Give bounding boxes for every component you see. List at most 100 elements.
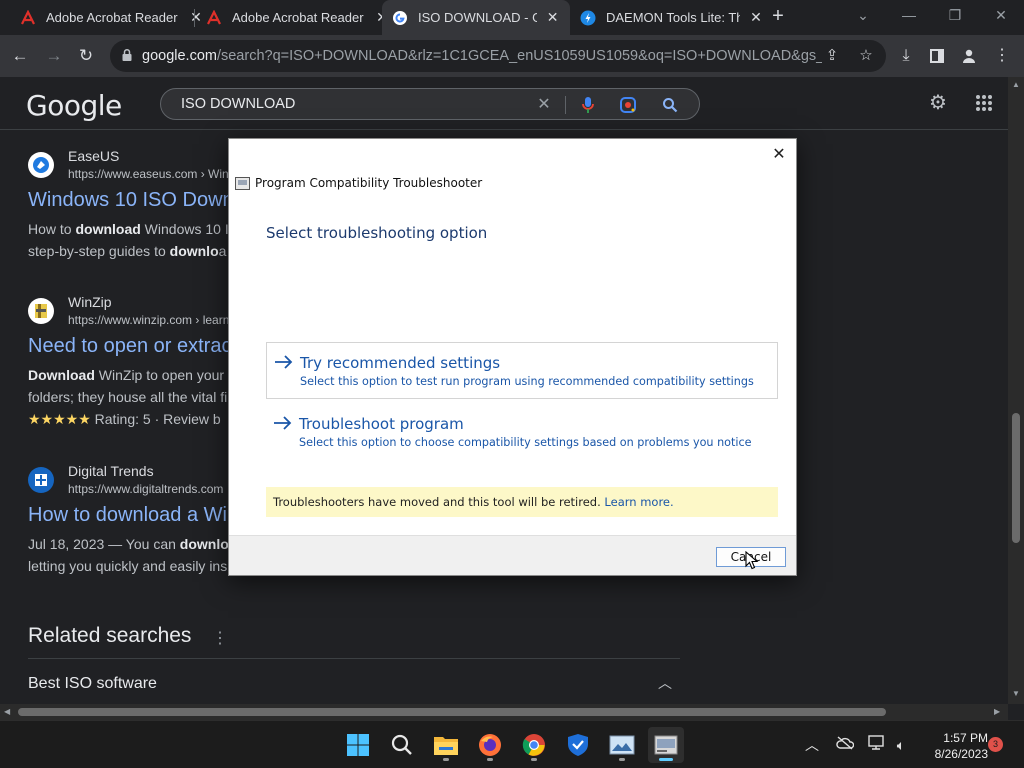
result-title-link[interactable]: Windows 10 ISO Down xyxy=(28,189,234,212)
dialog-close-icon[interactable]: ✕ xyxy=(768,143,790,165)
dialog-footer: Cancel xyxy=(229,535,796,575)
restore-button[interactable]: ❐ xyxy=(932,0,978,32)
horizontal-scrollbar[interactable]: ◀ ▶ xyxy=(0,704,1008,720)
tab-search-chevron-icon[interactable]: ⌄ xyxy=(840,0,886,32)
forward-arrow-icon[interactable]: → xyxy=(41,43,67,69)
related-search-item[interactable]: Best ISO software xyxy=(28,675,157,693)
url-host: google.com xyxy=(142,48,217,64)
scroll-right-arrow-icon[interactable]: ▶ xyxy=(994,707,1000,716)
clock-time: 1:57 PM xyxy=(943,731,988,745)
onedrive-icon[interactable] xyxy=(835,735,855,755)
apps-grid-icon[interactable] xyxy=(972,91,996,115)
tab-daemon-tools[interactable]: DAEMON Tools Lite: Th ✕ xyxy=(570,0,774,35)
network-icon[interactable] xyxy=(866,735,886,755)
retirement-notice: Troubleshooters have moved and this tool… xyxy=(266,487,778,517)
search-query[interactable]: ISO DOWNLOAD xyxy=(181,96,295,112)
google-icon xyxy=(392,10,408,26)
lens-search-icon[interactable] xyxy=(617,94,639,116)
vertical-scrollbar[interactable]: ▲ ▼ xyxy=(1008,77,1024,704)
related-searches-heading: Related searches xyxy=(28,624,192,647)
menu-kebab-icon[interactable]: ⋮ xyxy=(989,43,1015,69)
compatibility-troubleshooter-dialog: ✕ Program Compatibility Troubleshooter S… xyxy=(228,138,797,576)
tab-title: ISO DOWNLOAD - Goo xyxy=(418,10,537,25)
adobe-icon xyxy=(20,9,36,26)
back-arrow-icon[interactable]: ← xyxy=(7,43,33,69)
tab-iso-download[interactable]: ISO DOWNLOAD - Goo ✕ xyxy=(382,0,570,35)
try-recommended-settings-option[interactable]: Try recommended settings Select this opt… xyxy=(266,342,778,399)
close-tab-icon[interactable]: ✕ xyxy=(545,9,560,26)
share-icon[interactable]: ⇪ xyxy=(822,46,842,66)
reload-icon[interactable]: ↻ xyxy=(73,43,99,69)
google-logo[interactable]: Google xyxy=(26,89,122,122)
notification-badge[interactable]: 3 xyxy=(988,737,1003,752)
firefox-icon[interactable] xyxy=(472,727,508,763)
result-title-link[interactable]: How to download a Wi xyxy=(28,504,227,527)
option-title: Troubleshoot program xyxy=(299,415,464,433)
rating-text: Rating: 5 · Review b xyxy=(90,411,221,427)
search-box[interactable]: ISO DOWNLOAD ✕ xyxy=(160,88,700,120)
clear-search-icon[interactable]: ✕ xyxy=(533,94,555,116)
easeus-favicon xyxy=(28,152,54,178)
system-clock[interactable]: 1:57 PM 8/26/2023 xyxy=(918,730,988,762)
new-tab-button[interactable]: + xyxy=(766,5,790,29)
result-url[interactable]: https://www.digitaltrends.com xyxy=(68,482,223,496)
voice-search-icon[interactable] xyxy=(577,94,599,116)
scroll-up-arrow-icon[interactable]: ▲ xyxy=(1011,80,1021,90)
option-description: Select this option to test run program u… xyxy=(300,375,754,388)
minimize-button[interactable]: — xyxy=(886,0,932,32)
arrow-right-icon xyxy=(274,416,292,430)
active-indicator xyxy=(659,758,673,761)
tab-adobe-acrobat-1[interactable]: Adobe Acrobat Reader ✕ xyxy=(10,0,214,35)
search-icon[interactable] xyxy=(659,94,681,116)
security-shield-icon[interactable] xyxy=(560,727,596,763)
running-indicator xyxy=(443,758,449,761)
browser-tab-bar: Adobe Acrobat Reader ✕ Adobe Acrobat Rea… xyxy=(0,0,1024,35)
scroll-left-arrow-icon[interactable]: ◀ xyxy=(4,707,10,716)
tab-title: Adobe Acrobat Reader xyxy=(46,10,178,25)
digitaltrends-favicon xyxy=(28,467,54,493)
chrome-icon[interactable] xyxy=(516,727,552,763)
windows-start-icon[interactable] xyxy=(340,727,376,763)
vertical-scroll-thumb[interactable] xyxy=(1012,413,1020,543)
lock-icon xyxy=(122,48,132,61)
winzip-favicon xyxy=(28,298,54,324)
search-divider xyxy=(565,96,566,114)
more-options-icon[interactable]: ⋮ xyxy=(212,628,228,648)
result-url[interactable]: https://www.easeus.com › Win xyxy=(68,167,229,181)
side-panel-icon[interactable] xyxy=(924,43,950,69)
browser-toolbar: ← → ↻ google.com/search?q=ISO+DOWNLOAD&r… xyxy=(0,35,1024,77)
dialog-heading: Select troubleshooting option xyxy=(266,224,488,242)
chevron-up-icon[interactable]: ︿ xyxy=(802,735,822,755)
profile-avatar-icon[interactable] xyxy=(956,43,982,69)
troubleshoot-program-option[interactable]: Troubleshoot program Select this option … xyxy=(266,404,778,461)
tab-adobe-acrobat-2[interactable]: Adobe Acrobat Reader ✕ xyxy=(196,0,400,35)
file-explorer-icon[interactable] xyxy=(428,727,464,763)
close-window-button[interactable]: ✕ xyxy=(978,0,1024,32)
search-icon[interactable] xyxy=(384,727,420,763)
result-url[interactable]: https://www.winzip.com › learn xyxy=(68,313,229,327)
result-snippet: Download WinZip to open your folders; th… xyxy=(28,367,228,427)
running-indicator xyxy=(619,758,625,761)
photo-app-icon[interactable] xyxy=(604,727,640,763)
clock-date: 8/26/2023 xyxy=(934,747,988,761)
option-description: Select this option to choose compatibili… xyxy=(299,436,752,449)
url-path: /search?q=ISO+DOWNLOAD&rlz=1C1GCEA_enUS1… xyxy=(216,48,822,64)
scroll-down-arrow-icon[interactable]: ▼ xyxy=(1011,689,1021,699)
result-site-name: Digital Trends xyxy=(68,463,154,479)
bookmark-star-icon[interactable]: ☆ xyxy=(856,46,876,66)
settings-gear-icon[interactable]: ⚙ xyxy=(926,91,950,115)
volume-icon[interactable]: 🔈︎ xyxy=(891,735,911,755)
result-site-name: WinZip xyxy=(68,294,112,310)
troubleshooter-icon[interactable] xyxy=(648,727,684,763)
learn-more-link[interactable]: Learn more. xyxy=(604,495,673,509)
close-tab-icon[interactable]: ✕ xyxy=(748,9,764,26)
option-title: Try recommended settings xyxy=(300,354,501,372)
adobe-icon xyxy=(206,9,222,26)
download-icon[interactable]: ⤓ xyxy=(893,43,919,69)
address-bar[interactable]: google.com/search?q=ISO+DOWNLOAD&rlz=1C1… xyxy=(110,40,886,72)
chevron-up-icon[interactable]: ︿ xyxy=(658,673,672,693)
divider xyxy=(28,658,680,659)
arrow-right-icon xyxy=(275,355,293,369)
horizontal-scroll-thumb[interactable] xyxy=(18,708,886,716)
result-title-link[interactable]: Need to open or extrac xyxy=(28,335,231,358)
